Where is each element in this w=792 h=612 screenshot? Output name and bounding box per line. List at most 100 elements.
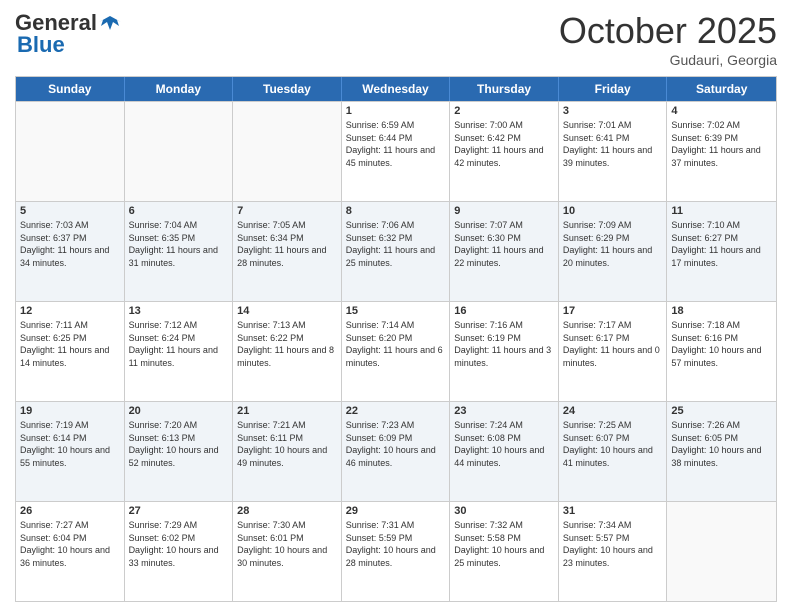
cal-row-2: 12 Sunrise: 7:11 AMSunset: 6:25 PMDayligh… <box>16 301 776 401</box>
cal-cell-row0-col1 <box>125 102 234 201</box>
cal-cell-row3-col5: 24 Sunrise: 7:25 AMSunset: 6:07 PMDayligh… <box>559 402 668 501</box>
cal-cell-row4-col4: 30Sunrise: 7:32 AMSunset: 5:58 PMDayligh… <box>450 502 559 601</box>
day-number-12: 12 <box>20 305 120 317</box>
day-info-24: Sunrise: 7:25 AMSunset: 6:07 PMDaylight:… <box>563 419 663 469</box>
logo-bird-icon <box>99 12 121 34</box>
day-info-22: Sunrise: 7:23 AMSunset: 6:09 PMDaylight:… <box>346 419 446 469</box>
day-number-27: 27 <box>129 505 229 517</box>
cal-cell-row1-col5: 10 Sunrise: 7:09 AMSunset: 6:29 PMDayligh… <box>559 202 668 301</box>
header: General Blue October 2025 Gudauri, Georg… <box>15 10 777 68</box>
day-number-23: 23 <box>454 405 554 417</box>
header-weekday-sunday: Sunday <box>16 77 125 101</box>
day-info-20: Sunrise: 7:20 AMSunset: 6:13 PMDaylight:… <box>129 419 229 469</box>
cal-cell-row0-col5: 3 Sunrise: 7:01 AMSunset: 6:41 PMDaylight… <box>559 102 668 201</box>
day-number-15: 15 <box>346 305 446 317</box>
cal-cell-row2-col2: 14 Sunrise: 7:13 AMSunset: 6:22 PMDayligh… <box>233 302 342 401</box>
cal-cell-row3-col1: 20Sunrise: 7:20 AMSunset: 6:13 PMDayligh… <box>125 402 234 501</box>
day-info-19: Sunrise: 7:19 AMSunset: 6:14 PMDaylight:… <box>20 419 120 469</box>
day-info-27: Sunrise: 7:29 AMSunset: 6:02 PMDaylight:… <box>129 519 229 569</box>
cal-cell-row3-col2: 21 Sunrise: 7:21 AMSunset: 6:11 PMDayligh… <box>233 402 342 501</box>
day-info-17: Sunrise: 7:17 AMSunset: 6:17 PMDaylight:… <box>563 319 663 369</box>
calendar-header: SundayMondayTuesdayWednesdayThursdayFrid… <box>16 77 776 101</box>
day-number-31: 31 <box>563 505 663 517</box>
cal-cell-row0-col3: 1 Sunrise: 6:59 AMSunset: 6:44 PMDaylight… <box>342 102 451 201</box>
header-weekday-monday: Monday <box>125 77 234 101</box>
cal-cell-row3-col4: 23 Sunrise: 7:24 AMSunset: 6:08 PMDayligh… <box>450 402 559 501</box>
day-number-29: 29 <box>346 505 446 517</box>
day-number-9: 9 <box>454 205 554 217</box>
day-info-9: Sunrise: 7:07 AMSunset: 6:30 PMDaylight:… <box>454 219 554 269</box>
day-info-25: Sunrise: 7:26 AMSunset: 6:05 PMDaylight:… <box>671 419 772 469</box>
location: Gudauri, Georgia <box>559 52 777 68</box>
day-info-7: Sunrise: 7:05 AMSunset: 6:34 PMDaylight:… <box>237 219 337 269</box>
calendar: SundayMondayTuesdayWednesdayThursdayFrid… <box>15 76 777 602</box>
cal-cell-row1-col6: 11 Sunrise: 7:10 AMSunset: 6:27 PMDayligh… <box>667 202 776 301</box>
cal-cell-row1-col0: 5Sunrise: 7:03 AMSunset: 6:37 PMDaylight… <box>16 202 125 301</box>
cal-cell-row2-col6: 18 Sunrise: 7:18 AMSunset: 6:16 PMDayligh… <box>667 302 776 401</box>
day-info-3: Sunrise: 7:01 AMSunset: 6:41 PMDaylight:… <box>563 119 663 169</box>
day-number-1: 1 <box>346 105 446 117</box>
day-info-21: Sunrise: 7:21 AMSunset: 6:11 PMDaylight:… <box>237 419 337 469</box>
day-number-7: 7 <box>237 205 337 217</box>
header-weekday-tuesday: Tuesday <box>233 77 342 101</box>
day-number-4: 4 <box>671 105 772 117</box>
cal-cell-row2-col5: 17 Sunrise: 7:17 AMSunset: 6:17 PMDayligh… <box>559 302 668 401</box>
day-number-13: 13 <box>129 305 229 317</box>
day-info-12: Sunrise: 7:11 AMSunset: 6:25 PMDaylight:… <box>20 319 120 369</box>
logo-blue-text: Blue <box>17 32 65 58</box>
header-weekday-wednesday: Wednesday <box>342 77 451 101</box>
day-info-15: Sunrise: 7:14 AMSunset: 6:20 PMDaylight:… <box>346 319 446 369</box>
day-info-18: Sunrise: 7:18 AMSunset: 6:16 PMDaylight:… <box>671 319 772 369</box>
day-info-5: Sunrise: 7:03 AMSunset: 6:37 PMDaylight:… <box>20 219 120 269</box>
day-number-26: 26 <box>20 505 120 517</box>
day-number-30: 30 <box>454 505 554 517</box>
day-number-8: 8 <box>346 205 446 217</box>
cal-cell-row0-col0 <box>16 102 125 201</box>
day-number-18: 18 <box>671 305 772 317</box>
day-info-10: Sunrise: 7:09 AMSunset: 6:29 PMDaylight:… <box>563 219 663 269</box>
day-info-14: Sunrise: 7:13 AMSunset: 6:22 PMDaylight:… <box>237 319 337 369</box>
cal-cell-row4-col0: 26 Sunrise: 7:27 AMSunset: 6:04 PMDayligh… <box>16 502 125 601</box>
logo: General Blue <box>15 10 121 58</box>
day-number-21: 21 <box>237 405 337 417</box>
day-info-4: Sunrise: 7:02 AMSunset: 6:39 PMDaylight:… <box>671 119 772 169</box>
cal-row-3: 19Sunrise: 7:19 AMSunset: 6:14 PMDayligh… <box>16 401 776 501</box>
day-number-24: 24 <box>563 405 663 417</box>
title-section: October 2025 Gudauri, Georgia <box>559 10 777 68</box>
day-info-23: Sunrise: 7:24 AMSunset: 6:08 PMDaylight:… <box>454 419 554 469</box>
month-title: October 2025 <box>559 10 777 52</box>
day-info-11: Sunrise: 7:10 AMSunset: 6:27 PMDaylight:… <box>671 219 772 269</box>
cal-cell-row4-col6 <box>667 502 776 601</box>
day-number-6: 6 <box>129 205 229 217</box>
day-number-28: 28 <box>237 505 337 517</box>
day-info-13: Sunrise: 7:12 AMSunset: 6:24 PMDaylight:… <box>129 319 229 369</box>
cal-cell-row3-col0: 19Sunrise: 7:19 AMSunset: 6:14 PMDayligh… <box>16 402 125 501</box>
day-number-11: 11 <box>671 205 772 217</box>
cal-cell-row1-col4: 9 Sunrise: 7:07 AMSunset: 6:30 PMDaylight… <box>450 202 559 301</box>
day-info-31: Sunrise: 7:34 AMSunset: 5:57 PMDaylight:… <box>563 519 663 569</box>
cal-cell-row1-col1: 6Sunrise: 7:04 AMSunset: 6:35 PMDaylight… <box>125 202 234 301</box>
day-number-14: 14 <box>237 305 337 317</box>
day-number-10: 10 <box>563 205 663 217</box>
day-number-3: 3 <box>563 105 663 117</box>
cal-cell-row1-col3: 8 Sunrise: 7:06 AMSunset: 6:32 PMDaylight… <box>342 202 451 301</box>
cal-cell-row4-col5: 31 Sunrise: 7:34 AMSunset: 5:57 PMDayligh… <box>559 502 668 601</box>
cal-cell-row0-col2 <box>233 102 342 201</box>
cal-cell-row4-col1: 27 Sunrise: 7:29 AMSunset: 6:02 PMDayligh… <box>125 502 234 601</box>
cal-cell-row4-col2: 28Sunrise: 7:30 AMSunset: 6:01 PMDayligh… <box>233 502 342 601</box>
day-number-17: 17 <box>563 305 663 317</box>
cal-cell-row0-col6: 4 Sunrise: 7:02 AMSunset: 6:39 PMDaylight… <box>667 102 776 201</box>
header-weekday-friday: Friday <box>559 77 668 101</box>
day-info-1: Sunrise: 6:59 AMSunset: 6:44 PMDaylight:… <box>346 119 446 169</box>
page: General Blue October 2025 Gudauri, Georg… <box>0 0 792 612</box>
cal-cell-row1-col2: 7 Sunrise: 7:05 AMSunset: 6:34 PMDaylight… <box>233 202 342 301</box>
day-info-8: Sunrise: 7:06 AMSunset: 6:32 PMDaylight:… <box>346 219 446 269</box>
cal-row-4: 26 Sunrise: 7:27 AMSunset: 6:04 PMDayligh… <box>16 501 776 601</box>
cal-row-1: 5Sunrise: 7:03 AMSunset: 6:37 PMDaylight… <box>16 201 776 301</box>
day-number-16: 16 <box>454 305 554 317</box>
day-info-26: Sunrise: 7:27 AMSunset: 6:04 PMDaylight:… <box>20 519 120 569</box>
day-info-16: Sunrise: 7:16 AMSunset: 6:19 PMDaylight:… <box>454 319 554 369</box>
cal-row-0: 1 Sunrise: 6:59 AMSunset: 6:44 PMDaylight… <box>16 101 776 201</box>
cal-cell-row2-col0: 12 Sunrise: 7:11 AMSunset: 6:25 PMDayligh… <box>16 302 125 401</box>
day-number-22: 22 <box>346 405 446 417</box>
